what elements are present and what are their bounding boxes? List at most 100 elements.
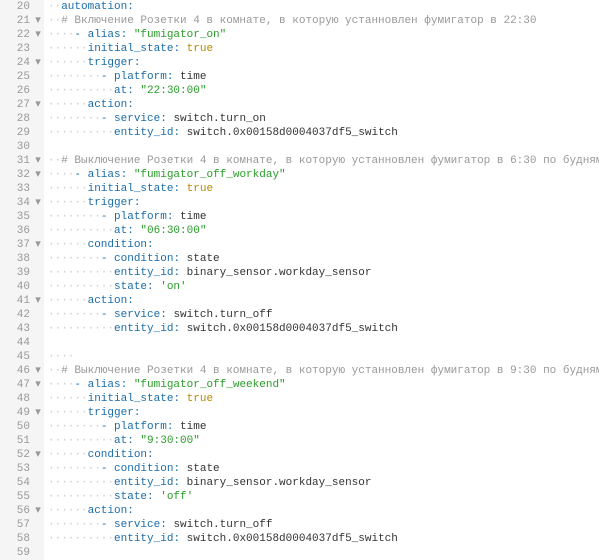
code-content[interactable]: ··automation: bbox=[44, 0, 599, 14]
code-line[interactable]: 30 bbox=[0, 140, 599, 154]
code-line[interactable]: 45···· bbox=[0, 350, 599, 364]
code-line[interactable]: 20 ··automation: bbox=[0, 0, 599, 14]
code-content[interactable]: ······trigger: bbox=[44, 406, 599, 420]
code-content[interactable]: ··········at: "9:30:00" bbox=[44, 434, 599, 448]
code-content[interactable]: ··········entity_id: binary_sensor.workd… bbox=[44, 476, 599, 490]
code-content[interactable]: ··········at: "22:30:00" bbox=[44, 84, 599, 98]
code-content[interactable]: ········- platform: time bbox=[44, 210, 599, 224]
code-content[interactable]: ········- platform: time bbox=[44, 420, 599, 434]
code-content[interactable]: ········- service: switch.turn_off bbox=[44, 308, 599, 322]
code-content[interactable]: ······initial_state: true bbox=[44, 392, 599, 406]
code-content[interactable]: ······action: bbox=[44, 98, 599, 112]
whitespace-indicator: ·········· bbox=[48, 435, 114, 447]
token-key: automation bbox=[61, 1, 127, 13]
code-content[interactable]: ······condition: bbox=[44, 238, 599, 252]
code-line[interactable]: 48······initial_state: true bbox=[0, 392, 599, 406]
code-content[interactable]: ······action: bbox=[44, 504, 599, 518]
code-content[interactable]: ········- service: switch.turn_on bbox=[44, 112, 599, 126]
fold-toggle-icon[interactable]: ▾ bbox=[32, 196, 44, 210]
token-key: alias bbox=[88, 379, 121, 391]
code-line[interactable]: 57········- service: switch.turn_off bbox=[0, 518, 599, 532]
code-content[interactable]: ········- platform: time bbox=[44, 70, 599, 84]
fold-toggle-icon[interactable]: ▾ bbox=[32, 98, 44, 112]
code-line[interactable]: 46▾··# Выключение Розетки 4 в комнате, в… bbox=[0, 364, 599, 378]
code-line[interactable]: 26··········at: "22:30:00" bbox=[0, 84, 599, 98]
code-content[interactable]: ··········entity_id: switch.0x00158d0004… bbox=[44, 532, 599, 546]
line-number: 20 bbox=[0, 0, 32, 14]
code-line[interactable]: 43··········entity_id: switch.0x00158d00… bbox=[0, 322, 599, 336]
code-content[interactable]: ····- alias: "fumigator_off_workday" bbox=[44, 168, 599, 182]
fold-toggle-icon bbox=[32, 140, 44, 154]
code-line[interactable]: 38········- condition: state bbox=[0, 252, 599, 266]
code-content[interactable]: ··········at: "06:30:00" bbox=[44, 224, 599, 238]
fold-toggle-icon[interactable]: ▾ bbox=[32, 448, 44, 462]
fold-toggle-icon[interactable]: ▾ bbox=[32, 168, 44, 182]
fold-toggle-icon[interactable]: ▾ bbox=[32, 238, 44, 252]
code-content[interactable]: ······action: bbox=[44, 294, 599, 308]
code-line[interactable]: 35········- platform: time bbox=[0, 210, 599, 224]
code-content[interactable]: ··# Включение Розетки 4 в комнате, в кот… bbox=[44, 14, 599, 28]
code-line[interactable]: 22▾····- alias: "fumigator_on" bbox=[0, 28, 599, 42]
fold-toggle-icon[interactable]: ▾ bbox=[32, 14, 44, 28]
code-content[interactable]: ··········state: 'on' bbox=[44, 280, 599, 294]
code-content[interactable]: ······trigger: bbox=[44, 196, 599, 210]
code-line[interactable]: 24▾······trigger: bbox=[0, 56, 599, 70]
fold-toggle-icon[interactable]: ▾ bbox=[32, 406, 44, 420]
code-line[interactable]: 33······initial_state: true bbox=[0, 182, 599, 196]
fold-toggle-icon[interactable]: ▾ bbox=[32, 364, 44, 378]
code-content[interactable] bbox=[44, 140, 599, 154]
code-content[interactable] bbox=[44, 546, 599, 560]
code-content[interactable]: ····- alias: "fumigator_off_weekend" bbox=[44, 378, 599, 392]
code-line[interactable]: 51··········at: "9:30:00" bbox=[0, 434, 599, 448]
code-content[interactable]: ········- condition: state bbox=[44, 462, 599, 476]
fold-toggle-icon[interactable]: ▾ bbox=[32, 504, 44, 518]
code-line[interactable]: 53········- condition: state bbox=[0, 462, 599, 476]
code-line[interactable]: 27▾······action: bbox=[0, 98, 599, 112]
fold-toggle-icon[interactable]: ▾ bbox=[32, 28, 44, 42]
code-line[interactable]: 41▾······action: bbox=[0, 294, 599, 308]
code-line[interactable]: 21▾··# Включение Розетки 4 в комнате, в … bbox=[0, 14, 599, 28]
code-line[interactable]: 36··········at: "06:30:00" bbox=[0, 224, 599, 238]
code-line[interactable]: 40··········state: 'on' bbox=[0, 280, 599, 294]
code-line[interactable]: 37▾······condition: bbox=[0, 238, 599, 252]
code-content[interactable]: ··# Выключение Розетки 4 в комнате, в ко… bbox=[44, 364, 599, 378]
fold-toggle-icon[interactable]: ▾ bbox=[32, 294, 44, 308]
code-content[interactable]: ······initial_state: true bbox=[44, 182, 599, 196]
code-line[interactable]: 52▾······condition: bbox=[0, 448, 599, 462]
code-content[interactable]: ······trigger: bbox=[44, 56, 599, 70]
code-content[interactable]: ···· bbox=[44, 350, 599, 364]
code-line[interactable]: 54··········entity_id: binary_sensor.wor… bbox=[0, 476, 599, 490]
code-line[interactable]: 56▾······action: bbox=[0, 504, 599, 518]
code-line[interactable]: 47▾····- alias: "fumigator_off_weekend" bbox=[0, 378, 599, 392]
code-line[interactable]: 55··········state: 'off' bbox=[0, 490, 599, 504]
fold-toggle-icon[interactable]: ▾ bbox=[32, 154, 44, 168]
code-content[interactable]: ····- alias: "fumigator_on" bbox=[44, 28, 599, 42]
code-line[interactable]: 25········- platform: time bbox=[0, 70, 599, 84]
code-line[interactable]: 31▾··# Выключение Розетки 4 в комнате, в… bbox=[0, 154, 599, 168]
code-line[interactable]: 49▾······trigger: bbox=[0, 406, 599, 420]
code-content[interactable]: ········- service: switch.turn_off bbox=[44, 518, 599, 532]
code-line[interactable]: 28········- service: switch.turn_on bbox=[0, 112, 599, 126]
code-content[interactable]: ······condition: bbox=[44, 448, 599, 462]
code-content[interactable]: ··········entity_id: switch.0x00158d0004… bbox=[44, 322, 599, 336]
code-line[interactable]: 44 bbox=[0, 336, 599, 350]
code-content[interactable]: ··········entity_id: switch.0x00158d0004… bbox=[44, 126, 599, 140]
code-content[interactable]: ········- condition: state bbox=[44, 252, 599, 266]
code-line[interactable]: 39··········entity_id: binary_sensor.wor… bbox=[0, 266, 599, 280]
code-line[interactable]: 34▾······trigger: bbox=[0, 196, 599, 210]
code-content[interactable]: ··········state: 'off' bbox=[44, 490, 599, 504]
code-content[interactable]: ······initial_state: true bbox=[44, 42, 599, 56]
fold-toggle-icon[interactable]: ▾ bbox=[32, 378, 44, 392]
code-line[interactable]: 32▾····- alias: "fumigator_off_workday" bbox=[0, 168, 599, 182]
code-line[interactable]: 42········- service: switch.turn_off bbox=[0, 308, 599, 322]
code-line[interactable]: 29··········entity_id: switch.0x00158d00… bbox=[0, 126, 599, 140]
code-content[interactable] bbox=[44, 336, 599, 350]
fold-toggle-icon[interactable]: ▾ bbox=[32, 56, 44, 70]
code-line[interactable]: 50········- platform: time bbox=[0, 420, 599, 434]
code-line[interactable]: 23······initial_state: true bbox=[0, 42, 599, 56]
code-line[interactable]: 58··········entity_id: switch.0x00158d00… bbox=[0, 532, 599, 546]
code-line[interactable]: 59 bbox=[0, 546, 599, 560]
code-editor[interactable]: 20 ··automation:21▾··# Включение Розетки … bbox=[0, 0, 599, 560]
code-content[interactable]: ··# Выключение Розетки 4 в комнате, в ко… bbox=[44, 154, 599, 168]
code-content[interactable]: ··········entity_id: binary_sensor.workd… bbox=[44, 266, 599, 280]
